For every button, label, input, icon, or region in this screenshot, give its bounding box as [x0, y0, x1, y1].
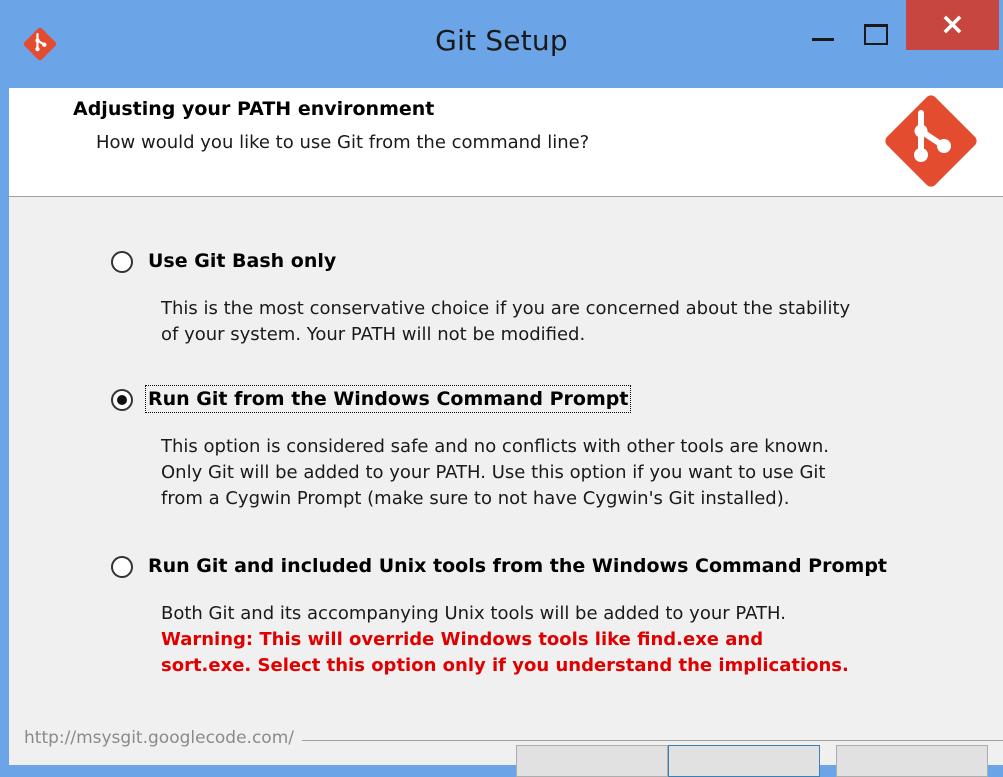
wizard-header: Adjusting your PATH environment How woul…	[9, 88, 1003, 197]
option-description-line: Both Git and its accompanying Unix tools…	[161, 603, 786, 624]
option-unix-tools[interactable]: Run Git and included Unix tools from the…	[9, 543, 1003, 693]
radio-git-bash-only[interactable]	[111, 251, 133, 273]
option-windows-command-prompt[interactable]: Run Git from the Windows Command Prompt …	[9, 378, 1003, 518]
close-icon: ×	[939, 7, 966, 42]
option-description-line: Only Git will be added to your PATH. Use…	[161, 462, 826, 483]
minimize-icon	[812, 38, 834, 41]
radio-windows-command-prompt[interactable]	[111, 389, 133, 411]
option-label[interactable]: Run Git from the Windows Command Prompt	[144, 385, 632, 413]
close-button[interactable]: ×	[906, 0, 999, 50]
page-subtitle: How would you like to use Git from the c…	[96, 132, 590, 153]
warning-text-line: sort.exe. Select this option only if you…	[161, 655, 849, 676]
next-button[interactable]	[668, 745, 820, 777]
maximize-button[interactable]	[852, 14, 898, 54]
footer-url: http://msysgit.googlecode.com/	[24, 728, 302, 748]
git-logo-icon	[885, 95, 977, 187]
option-description-line: of your system. Your PATH will not be mo…	[161, 324, 586, 345]
minimize-button[interactable]	[802, 18, 848, 58]
option-label[interactable]: Use Git Bash only	[148, 250, 336, 272]
option-description-line: from a Cygwin Prompt (make sure to not h…	[161, 488, 790, 509]
warning-text-line: Warning: This will override Windows tool…	[161, 629, 764, 650]
option-description-line: This option is considered safe and no co…	[161, 436, 829, 457]
title-bar[interactable]: Git Setup ×	[0, 0, 1003, 88]
back-button[interactable]	[516, 745, 668, 777]
cancel-button[interactable]	[836, 745, 988, 777]
option-git-bash-only[interactable]: Use Git Bash only This is the most conse…	[9, 238, 1003, 348]
option-label[interactable]: Run Git and included Unix tools from the…	[148, 555, 887, 577]
radio-unix-tools[interactable]	[111, 556, 133, 578]
page-title: Adjusting your PATH environment	[73, 98, 435, 120]
git-setup-window: Git Setup × Adjusting your PATH environm…	[0, 0, 1003, 777]
option-description-line: This is the most conservative choice if …	[161, 298, 851, 319]
maximize-icon	[864, 24, 888, 45]
wizard-page: Adjusting your PATH environment How woul…	[9, 88, 1003, 765]
